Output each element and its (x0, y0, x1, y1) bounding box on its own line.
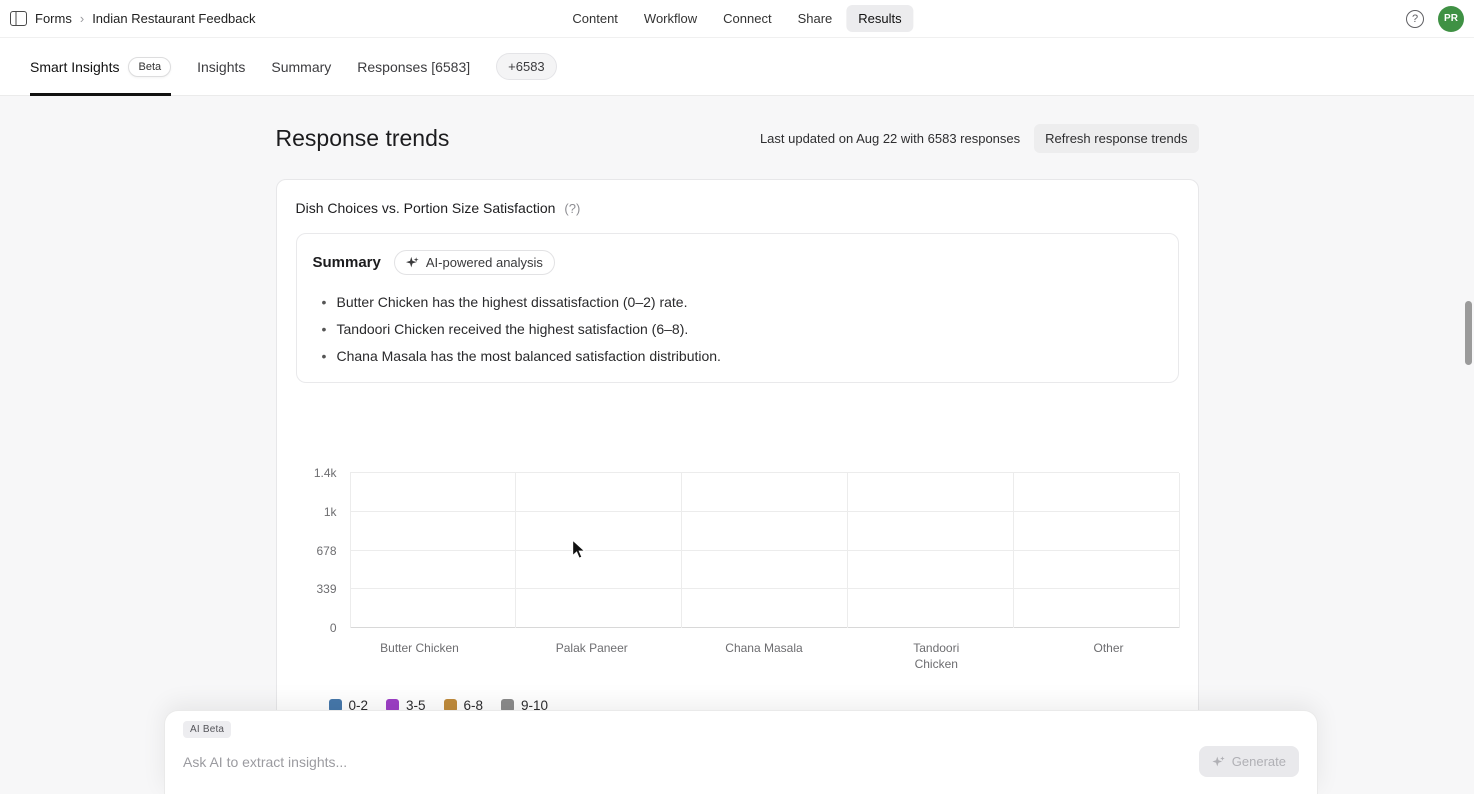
generate-button[interactable]: Generate (1199, 746, 1299, 777)
bars-container (350, 473, 1179, 628)
breadcrumb: Forms › Indian Restaurant Feedback (10, 11, 256, 26)
help-icon[interactable]: ? (1406, 10, 1424, 28)
primary-nav: Content Workflow Connect Share Results (560, 5, 913, 32)
ai-beta-badge: AI Beta (183, 721, 231, 738)
bar-palak-paneer[interactable] (524, 622, 660, 628)
page-head: Response trends Last updated on Aug 22 w… (276, 124, 1199, 153)
form-title: Indian Restaurant Feedback (92, 11, 255, 26)
bar-chana-masala[interactable] (696, 622, 832, 628)
last-updated-text: Last updated on Aug 22 with 6583 respons… (760, 131, 1020, 146)
chart-title: Dish Choices vs. Portion Size Satisfacti… (296, 200, 556, 216)
x-tick-label: Chana Masala (696, 641, 832, 672)
beta-badge: Beta (128, 57, 171, 77)
avatar[interactable]: PR (1438, 6, 1464, 32)
scrollbar-thumb[interactable] (1465, 301, 1472, 365)
ask-ai-bar: AI Beta Generate (164, 710, 1318, 794)
y-tick-label: 1.4k (314, 466, 337, 480)
results-tabbar: Smart Insights Beta Insights Summary Res… (0, 38, 1474, 96)
tab-insights-label: Insights (197, 59, 245, 75)
nav-item-results[interactable]: Results (846, 5, 913, 32)
chart-help-icon[interactable]: (?) (564, 201, 580, 216)
summary-bullet-list: Butter Chicken has the highest dissatisf… (313, 289, 1162, 370)
x-tick-label: Tandoori Chicken (868, 641, 1004, 672)
tab-summary[interactable]: Summary (271, 38, 331, 95)
summary-heading: Summary (313, 254, 381, 271)
y-tick-label: 0 (330, 621, 337, 635)
v-gridline (1179, 473, 1180, 628)
new-responses-pill[interactable]: +6583 (496, 53, 557, 80)
nav-item-content[interactable]: Content (560, 5, 630, 32)
y-tick-label: 339 (316, 582, 336, 596)
trend-card: Dish Choices vs. Portion Size Satisfacti… (276, 179, 1199, 754)
bar-other[interactable] (1041, 622, 1177, 628)
main-content: Response trends Last updated on Aug 22 w… (276, 124, 1199, 754)
chart-plot (350, 473, 1179, 628)
breadcrumb-chevron-icon: › (80, 11, 84, 26)
sparkle-icon (406, 256, 419, 269)
chart-x-axis: Butter Chicken Palak Paneer Chana Masala Ta… (350, 641, 1179, 672)
tab-summary-label: Summary (271, 59, 331, 75)
nav-item-workflow[interactable]: Workflow (632, 5, 709, 32)
generate-label: Generate (1232, 754, 1286, 769)
ai-powered-badge: AI-powered analysis (394, 250, 555, 275)
tab-responses[interactable]: Responses [6583] (357, 38, 470, 95)
ai-summary-box: Summary AI-powered analysis Butter Chick… (296, 233, 1179, 383)
x-tick-label: Other (1041, 641, 1177, 672)
topbar-actions: ? PR (1406, 6, 1464, 32)
topbar: Forms › Indian Restaurant Feedback Conte… (0, 0, 1474, 38)
y-tick-label: 678 (316, 544, 336, 558)
product-name[interactable]: Forms (35, 11, 72, 26)
tab-responses-label: Responses [6583] (357, 59, 470, 75)
tab-smart-insights[interactable]: Smart Insights Beta (30, 38, 171, 95)
page-title: Response trends (276, 125, 450, 152)
nav-item-share[interactable]: Share (786, 5, 845, 32)
stacked-bar-chart: 03396781k1.4k Butter ChickenPalak Paneer… (296, 473, 1179, 713)
nav-item-connect[interactable]: Connect (711, 5, 783, 32)
sidebar-toggle-icon[interactable] (10, 11, 27, 26)
bar-tandoori-chicken[interactable] (868, 622, 1004, 628)
ai-powered-label: AI-powered analysis (426, 255, 543, 270)
x-tick-label: Butter Chicken (352, 641, 488, 672)
summary-bullet: Tandoori Chicken received the highest sa… (313, 316, 1162, 343)
summary-bullet: Butter Chicken has the highest dissatisf… (313, 289, 1162, 316)
ask-ai-input[interactable] (183, 754, 1183, 770)
summary-bullet: Chana Masala has the most balanced satis… (313, 343, 1162, 370)
tab-smart-insights-label: Smart Insights (30, 59, 119, 75)
bar-butter-chicken[interactable] (352, 622, 488, 628)
x-tick-label: Palak Paneer (524, 641, 660, 672)
refresh-response-trends-button[interactable]: Refresh response trends (1034, 124, 1198, 153)
generate-sparkle-icon (1212, 755, 1225, 768)
chart-y-axis: 03396781k1.4k (296, 473, 350, 628)
tab-insights[interactable]: Insights (197, 38, 245, 95)
y-tick-label: 1k (324, 505, 337, 519)
